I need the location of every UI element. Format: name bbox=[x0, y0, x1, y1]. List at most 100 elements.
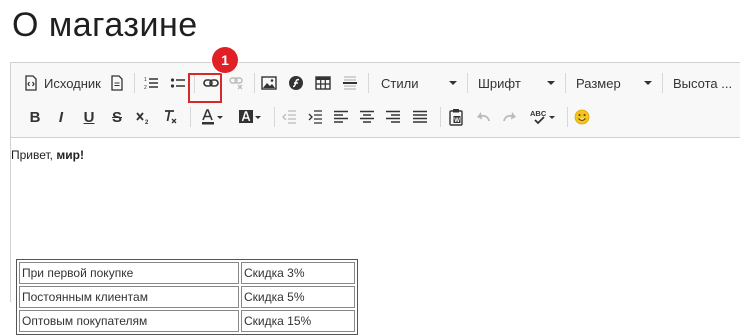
insert-flash-button[interactable] bbox=[284, 70, 308, 96]
clear-formatting-button[interactable] bbox=[158, 104, 182, 130]
clear-formatting-icon bbox=[165, 110, 177, 124]
insert-emoji-button[interactable] bbox=[570, 104, 594, 130]
bold-icon: B bbox=[29, 108, 41, 126]
toolbar-row-1: Исходник 1 2 Стили Шрифт Размер Высота .… bbox=[11, 70, 740, 96]
strikethrough-button[interactable]: S bbox=[105, 104, 129, 130]
justify-icon bbox=[413, 110, 427, 123]
table-row: Оптовым покупателям Скидка 15% bbox=[19, 310, 355, 332]
subscript-icon: 2 bbox=[136, 112, 149, 125]
bold-button[interactable]: B bbox=[23, 104, 47, 130]
link-button-highlight bbox=[188, 73, 222, 103]
redo-icon bbox=[503, 112, 516, 122]
size-label: Размер bbox=[576, 75, 621, 91]
horizontal-line-button[interactable] bbox=[338, 70, 362, 96]
unlink-icon bbox=[229, 77, 243, 90]
undo-button[interactable] bbox=[471, 104, 495, 130]
table-cell[interactable]: Оптовым покупателям bbox=[19, 310, 239, 332]
table-row: При первой покупке Скидка 3% bbox=[19, 262, 355, 284]
toolbar-separator bbox=[440, 107, 441, 127]
background-color-button[interactable] bbox=[233, 104, 267, 130]
document-icon bbox=[111, 75, 123, 91]
toolbar-separator bbox=[190, 107, 191, 127]
line-height-dropdown[interactable]: Высота ... bbox=[663, 70, 740, 96]
toolbar-separator bbox=[254, 73, 255, 93]
text-color-button[interactable] bbox=[195, 104, 229, 130]
indent-icon bbox=[308, 110, 322, 124]
toolbar-separator bbox=[368, 73, 369, 93]
toolbar-row-2: B I U S 2 W ABC bbox=[11, 104, 740, 130]
greeting-bold-text: мир! bbox=[56, 148, 84, 162]
svg-text:2: 2 bbox=[145, 120, 149, 125]
underline-button[interactable]: U bbox=[77, 104, 101, 130]
greeting-text: Привет, bbox=[11, 148, 57, 162]
align-center-icon bbox=[360, 110, 374, 123]
undo-icon bbox=[477, 112, 490, 122]
spell-check-icon: ABC bbox=[530, 109, 555, 125]
redo-button[interactable] bbox=[498, 104, 522, 130]
styles-dropdown[interactable]: Стили bbox=[371, 70, 463, 96]
table-cell[interactable]: Скидка 3% bbox=[241, 262, 355, 284]
table-row: Постоянным клиентам Скидка 5% bbox=[19, 286, 355, 308]
toolbar-separator bbox=[274, 107, 275, 127]
strikethrough-icon: S bbox=[111, 108, 122, 126]
insert-table-button[interactable] bbox=[311, 70, 335, 96]
svg-text:ABC: ABC bbox=[530, 109, 547, 118]
indent-button[interactable] bbox=[303, 104, 327, 130]
bulleted-list-button[interactable] bbox=[166, 70, 190, 96]
font-label: Шрифт bbox=[478, 75, 521, 91]
source-icon bbox=[25, 75, 37, 91]
table-cell[interactable]: Постоянным клиентам bbox=[19, 286, 239, 308]
discount-table: При первой покупке Скидка 3% Постоянным … bbox=[16, 259, 358, 335]
toolbar-separator bbox=[134, 73, 135, 93]
spell-check-button[interactable]: ABC bbox=[526, 104, 560, 130]
italic-button[interactable]: I bbox=[49, 104, 73, 130]
svg-text:1: 1 bbox=[144, 77, 147, 83]
outdent-button[interactable] bbox=[277, 104, 301, 130]
text-color-icon bbox=[202, 109, 223, 125]
document-button[interactable] bbox=[105, 70, 129, 96]
flash-icon bbox=[289, 76, 303, 90]
rich-text-editor: Исходник 1 2 Стили Шрифт Размер Высота .… bbox=[10, 62, 740, 335]
table-cell[interactable]: Скидка 15% bbox=[241, 310, 355, 332]
align-left-button[interactable] bbox=[329, 104, 353, 130]
table-icon bbox=[315, 76, 331, 90]
insert-image-button[interactable] bbox=[257, 70, 281, 96]
step-number-badge: 1 bbox=[212, 47, 238, 73]
toolbar-separator bbox=[567, 107, 568, 127]
image-icon bbox=[261, 76, 277, 90]
background-color-icon bbox=[239, 110, 261, 123]
align-right-button[interactable] bbox=[381, 104, 405, 130]
chevron-down-icon bbox=[449, 81, 457, 85]
font-dropdown[interactable]: Шрифт bbox=[468, 70, 561, 96]
greeting-paragraph: Привет, мир! bbox=[11, 148, 84, 162]
source-button[interactable]: Исходник bbox=[23, 70, 101, 96]
editor-toolbar: Исходник 1 2 Стили Шрифт Размер Высота .… bbox=[11, 63, 740, 138]
page-title: О магазине bbox=[12, 6, 198, 44]
subscript-button[interactable]: 2 bbox=[131, 104, 155, 130]
unlink-button[interactable] bbox=[225, 70, 249, 96]
bulleted-list-icon bbox=[170, 78, 185, 88]
line-height-label: Высота ... bbox=[673, 75, 733, 91]
svg-text:2: 2 bbox=[144, 85, 147, 91]
align-right-icon bbox=[386, 110, 400, 123]
table-cell[interactable]: При первой покупке bbox=[19, 262, 239, 284]
outdent-icon bbox=[282, 110, 296, 124]
chevron-down-icon bbox=[547, 81, 555, 85]
underline-icon: U bbox=[83, 108, 95, 126]
source-label: Исходник bbox=[44, 75, 101, 91]
paste-from-word-button[interactable]: W bbox=[444, 104, 468, 130]
editor-content-area[interactable]: Привет, мир! При первой покупке Скидка 3… bbox=[11, 138, 740, 335]
smiley-icon bbox=[574, 109, 590, 125]
align-left-icon bbox=[334, 110, 348, 123]
table-cell[interactable]: Скидка 5% bbox=[241, 286, 355, 308]
size-dropdown[interactable]: Размер bbox=[566, 70, 658, 96]
styles-label: Стили bbox=[381, 75, 419, 91]
numbered-list-icon: 1 2 bbox=[144, 77, 158, 91]
chevron-down-icon bbox=[644, 81, 652, 85]
horizontal-line-icon bbox=[343, 76, 357, 90]
justify-button[interactable] bbox=[408, 104, 432, 130]
italic-icon: I bbox=[58, 108, 64, 126]
align-center-button[interactable] bbox=[355, 104, 379, 130]
svg-text:W: W bbox=[454, 118, 460, 124]
numbered-list-button[interactable]: 1 2 bbox=[139, 70, 163, 96]
